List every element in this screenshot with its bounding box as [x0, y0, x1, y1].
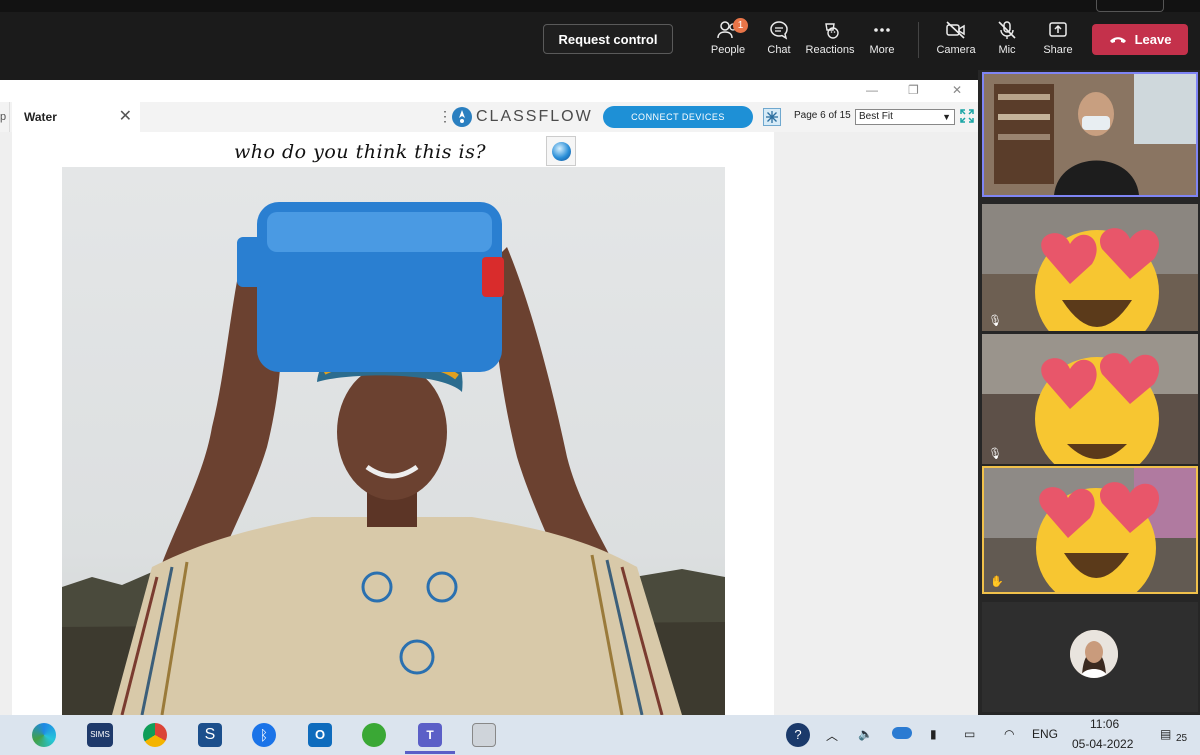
people-count-badge: 1 [733, 18, 748, 33]
people-label: People [710, 44, 746, 56]
active-app-indicator [405, 751, 455, 754]
chrome-icon[interactable] [143, 723, 167, 747]
more-label: More [869, 44, 895, 56]
mic-button[interactable]: Mic [982, 20, 1032, 64]
request-control-button[interactable]: Request control [543, 24, 673, 54]
volume-mute-icon[interactable]: 🔈 [858, 727, 873, 741]
camera-off-icon [946, 21, 965, 39]
avatar [1070, 630, 1118, 678]
tab-water[interactable]: Water ✕ [12, 102, 140, 132]
share-label: Share [1043, 44, 1073, 56]
taskbar: SIMS S ᛒ O T ? ︿ 🔈 ▮ ▭ ◠ ENG 11:06 05-04… [0, 715, 1200, 755]
outlook-icon[interactable]: O [308, 723, 332, 747]
wifi-icon[interactable]: ◠ [1004, 727, 1014, 741]
mic-off-icon [998, 21, 1016, 39]
globe-icon[interactable] [546, 136, 576, 166]
classflow-logo-icon [452, 107, 472, 127]
slide-title: who do you think this is? [234, 141, 487, 163]
window-titlebar: — ❐ ✕ [0, 80, 978, 102]
document-area: who do you think this is? [0, 132, 978, 715]
woman-carrying-water-photo [62, 167, 725, 715]
connect-devices-button[interactable]: CONNECT DEVICES [603, 106, 753, 128]
reactions-button[interactable]: Reactions [805, 20, 855, 64]
fullscreen-icon[interactable] [960, 109, 974, 123]
restore-button[interactable]: ❐ [908, 83, 919, 97]
snowflake-icon[interactable] [763, 108, 781, 126]
file-app-icon[interactable] [472, 723, 496, 747]
tab-water-label: Water [24, 110, 57, 124]
previous-tab[interactable]: p [0, 102, 10, 132]
hang-up-icon [1109, 36, 1126, 43]
chat-button[interactable]: Chat [754, 20, 804, 64]
chevron-up-icon[interactable]: ︿ [826, 727, 838, 744]
language-indicator[interactable]: ENG [1032, 727, 1058, 741]
battery-icon[interactable]: ▭ [964, 727, 975, 741]
chevron-down-icon: ▼ [942, 112, 951, 122]
camera-button[interactable]: Camera [931, 20, 981, 64]
participants-panel: 🎙 🎙 ✋ [978, 70, 1200, 715]
teams-icon[interactable]: T [418, 723, 442, 747]
muted-mic-icon: 🎙 [988, 448, 1002, 460]
reactions-icon [825, 23, 839, 39]
participant-tile-classroom-3[interactable]: ✋ [982, 466, 1198, 594]
leave-button[interactable]: Leave [1092, 24, 1188, 55]
mic-label: Mic [998, 44, 1016, 56]
slide: who do you think this is? [12, 132, 774, 715]
close-tab-icon[interactable]: ✕ [119, 102, 132, 132]
onedrive-icon[interactable] [892, 727, 912, 739]
close-window-button[interactable]: ✕ [952, 83, 962, 97]
zoom-select[interactable]: Best Fit ▼ [855, 109, 955, 125]
muted-mic-icon: 🎙 [988, 315, 1002, 327]
shared-screen: — ❐ ✕ p Water ✕ ⋮ CLASSFLOW CONNECT DEVI… [0, 80, 978, 715]
chat-icon [770, 21, 788, 40]
self-view-tile[interactable] [982, 602, 1198, 712]
usb-icon[interactable]: ▮ [930, 727, 937, 741]
toolbar-divider [918, 22, 919, 58]
minimize-button[interactable]: — [866, 83, 878, 97]
reactions-label: Reactions [805, 44, 855, 56]
notifications-icon[interactable]: ▤ [1160, 727, 1171, 741]
title-strip [0, 0, 1200, 12]
more-icon [874, 28, 890, 32]
leave-label: Leave [1134, 32, 1172, 47]
screen: Request control People 1 Chat Reactions … [0, 0, 1200, 755]
zoom-value: Best Fit [859, 111, 893, 122]
camera-label: Camera [936, 44, 976, 56]
participant-tile-classroom-1[interactable]: 🎙 [982, 204, 1198, 331]
meeting-toolbar: Request control People 1 Chat Reactions … [0, 0, 1200, 80]
notification-count: 25 [1176, 733, 1188, 744]
classflow-brand: CLASSFLOW [476, 108, 593, 125]
help-icon[interactable]: ? [786, 723, 810, 747]
people-button[interactable]: People 1 [703, 18, 753, 64]
raised-hand-icon: ✋ [990, 576, 1004, 588]
sharing-indicator[interactable] [1096, 0, 1164, 12]
participant-tile-presenter[interactable] [982, 72, 1198, 197]
browser-tab-bar: p Water ✕ ⋮ CLASSFLOW CONNECT DEVICES Pa… [0, 102, 978, 132]
participant-tile-classroom-2[interactable]: 🎙 [982, 334, 1198, 464]
edge-icon[interactable] [32, 723, 56, 747]
green-bird-icon[interactable] [362, 723, 386, 747]
clock-date[interactable]: 05-04-2022 [1072, 737, 1133, 751]
share-button[interactable]: Share [1033, 20, 1083, 64]
page-indicator: Page 6 of 15 [794, 110, 851, 121]
chat-label: Chat [767, 44, 791, 56]
bluetooth-icon[interactable]: ᛒ [252, 723, 276, 747]
share-screen-icon [1049, 22, 1067, 37]
more-button[interactable]: More [857, 20, 907, 64]
menu-icon[interactable]: ⋮ [438, 108, 452, 125]
smart-notebook-icon[interactable]: S [198, 723, 222, 747]
clock-time[interactable]: 11:06 [1090, 717, 1119, 731]
sims-icon[interactable]: SIMS [87, 723, 113, 747]
